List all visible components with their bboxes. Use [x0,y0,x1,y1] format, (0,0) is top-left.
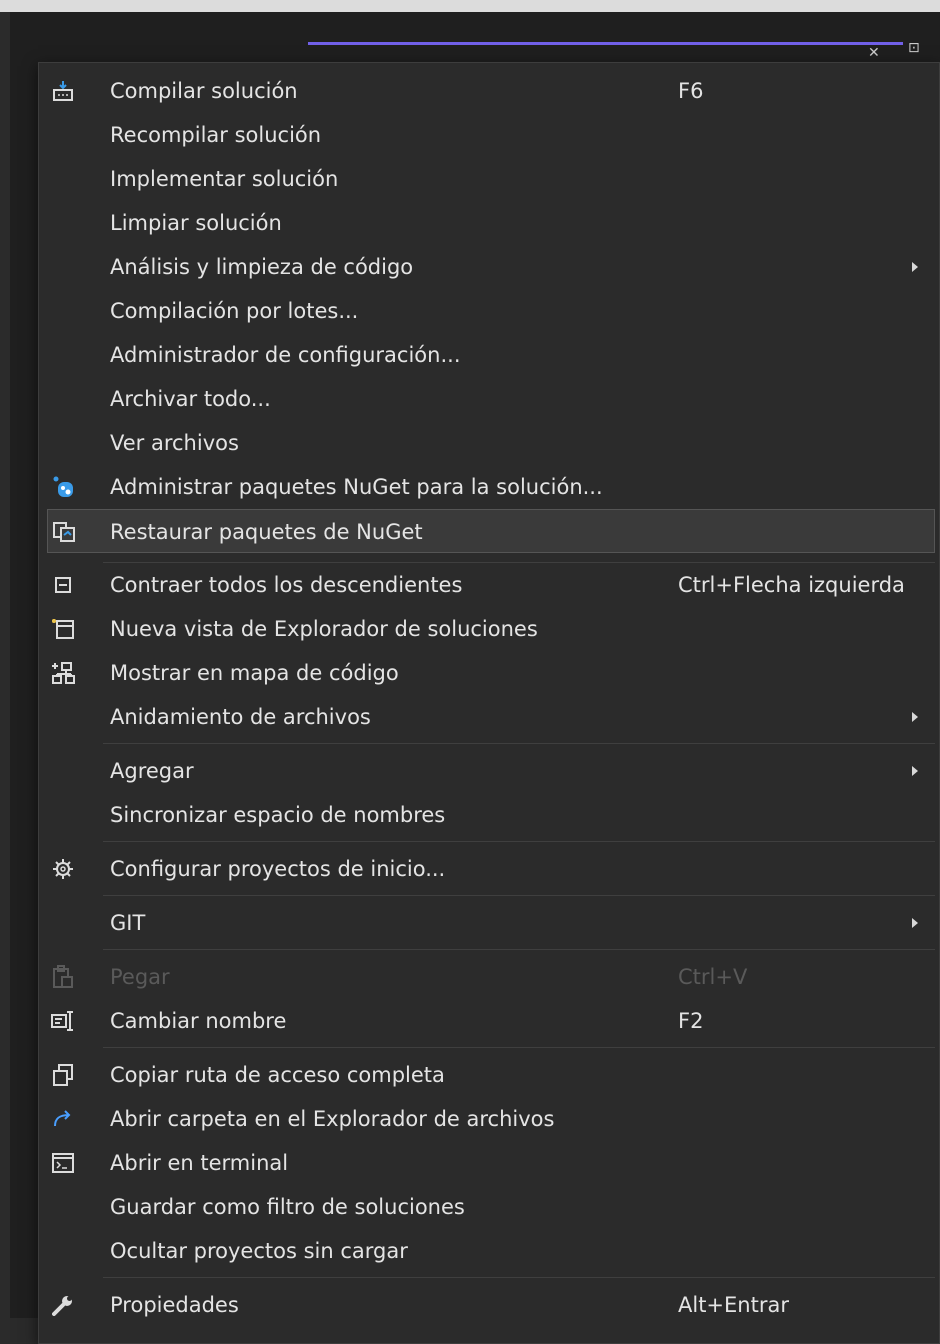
code-map-icon [51,661,75,685]
menu-item-shortcut: F6 [678,79,704,103]
menu-item-label: Abrir carpeta en el Explorador de archiv… [110,1107,555,1131]
menu-item-label: Cambiar nombre [110,1009,287,1033]
menu-item-abrir-terminal[interactable]: Abrir en terminal [39,1141,939,1185]
menu-item-label: Administrador de configuración... [110,343,461,367]
menu-item-compilacion-por-lotes[interactable]: Compilación por lotes... [39,289,939,333]
menu-item-archivar-todo[interactable]: Archivar todo... [39,377,939,421]
rename-icon [51,1009,75,1033]
menu-separator [103,895,935,896]
wrench-icon [51,1293,75,1317]
menu-item-label: Mostrar en mapa de código [110,661,399,685]
menu-item-label: Limpiar solución [110,211,282,235]
menu-item-label: GIT [110,911,146,935]
menu-separator [103,1047,935,1048]
menu-item-label: Archivar todo... [110,387,271,411]
menu-item-label: Recompilar solución [110,123,322,147]
copy-icon [51,1063,75,1087]
menu-item-ver-archivos[interactable]: Ver archivos [39,421,939,465]
menu-item-mapa-codigo[interactable]: Mostrar en mapa de código [39,651,939,695]
menu-item-anidamiento-archivos[interactable]: Anidamiento de archivos [39,695,939,739]
menu-item-administrar-nuget[interactable]: Administrar paquetes NuGet para la soluc… [39,465,939,509]
menu-item-shortcut: Ctrl+V [678,965,748,989]
menu-separator [103,949,935,950]
menu-item-implementar-solucion[interactable]: Implementar solución [39,157,939,201]
menu-item-label: Contraer todos los descendientes [110,573,463,597]
build-icon [51,79,75,103]
menu-item-shortcut: Ctrl+Flecha izquierda [678,573,905,597]
menu-item-label: Copiar ruta de acceso completa [110,1063,445,1087]
menu-item-label: Compilación por lotes... [110,299,359,323]
menu-item-label: Propiedades [110,1293,239,1317]
menu-item-label: Anidamiento de archivos [110,705,371,729]
submenu-arrow-icon [912,918,918,928]
menu-item-label: Ocultar proyectos sin cargar [110,1239,408,1263]
menu-item-label: Guardar como filtro de soluciones [110,1195,465,1219]
menu-item-analisis-limpieza[interactable]: Análisis y limpieza de código [39,245,939,289]
submenu-arrow-icon [912,262,918,272]
menu-item-git[interactable]: GIT [39,901,939,945]
menu-item-administrador-configuracion[interactable]: Administrador de configuración... [39,333,939,377]
menu-separator [103,1277,935,1278]
menu-item-label: Compilar solución [110,79,298,103]
menu-item-nueva-vista[interactable]: Nueva vista de Explorador de soluciones [39,607,939,651]
menu-item-configurar-proyectos-inicio[interactable]: Configurar proyectos de inicio... [39,847,939,891]
menu-separator [103,841,935,842]
menu-item-propiedades[interactable]: Propiedades Alt+Entrar [39,1283,939,1327]
menu-item-compilar-solucion[interactable]: Compilar solución F6 [39,69,939,113]
menu-item-copiar-ruta[interactable]: Copiar ruta de acceso completa [39,1053,939,1097]
menu-item-sincronizar-espacio[interactable]: Sincronizar espacio de nombres [39,793,939,837]
menu-item-label: Configurar proyectos de inicio... [110,857,446,881]
window-top-strip [0,0,940,12]
menu-item-label: Restaurar paquetes de NuGet [110,520,423,544]
paste-icon [51,965,75,989]
solution-context-menu: Compilar solución F6 Recompilar solución… [38,62,940,1344]
menu-item-recompilar-solucion[interactable]: Recompilar solución [39,113,939,157]
menu-item-abrir-carpeta[interactable]: Abrir carpeta en el Explorador de archiv… [39,1097,939,1141]
menu-item-label: Implementar solución [110,167,339,191]
menu-item-shortcut: F2 [678,1009,704,1033]
menu-item-restaurar-nuget[interactable]: Restaurar paquetes de NuGet [47,509,935,553]
menu-item-agregar[interactable]: Agregar [39,749,939,793]
tab-close-icon[interactable]: ✕ [868,46,880,60]
submenu-arrow-icon [912,766,918,776]
menu-item-label: Nueva vista de Explorador de soluciones [110,617,538,641]
restore-packages-icon [52,520,76,544]
menu-item-label: Ver archivos [110,431,239,455]
menu-item-cambiar-nombre[interactable]: Cambiar nombre F2 [39,999,939,1043]
menu-item-label: Sincronizar espacio de nombres [110,803,446,827]
menu-item-label: Pegar [110,965,170,989]
open-folder-arrow-icon [51,1107,75,1131]
side-panel-icon[interactable]: ⊡ [908,40,920,56]
solution-explorer-tab-title [318,46,878,60]
menu-item-label: Administrar paquetes NuGet para la soluc… [110,475,603,499]
menu-item-label: Análisis y limpieza de código [110,255,414,279]
menu-item-label: Agregar [110,759,194,783]
new-view-icon [51,617,75,641]
menu-separator [103,743,935,744]
menu-item-limpiar-solucion[interactable]: Limpiar solución [39,201,939,245]
menu-item-guardar-filtro[interactable]: Guardar como filtro de soluciones [39,1185,939,1229]
gear-icon [51,857,75,881]
menu-item-pegar[interactable]: Pegar Ctrl+V [39,955,939,999]
menu-item-ocultar-proyectos[interactable]: Ocultar proyectos sin cargar [39,1229,939,1273]
submenu-arrow-icon [912,712,918,722]
menu-item-shortcut: Alt+Entrar [678,1293,789,1317]
menu-item-contraer-descendientes[interactable]: Contraer todos los descendientes Ctrl+Fl… [39,563,939,607]
collapse-icon [51,573,75,597]
terminal-icon [51,1151,75,1175]
nuget-icon [51,475,75,499]
menu-item-label: Abrir en terminal [110,1151,289,1175]
